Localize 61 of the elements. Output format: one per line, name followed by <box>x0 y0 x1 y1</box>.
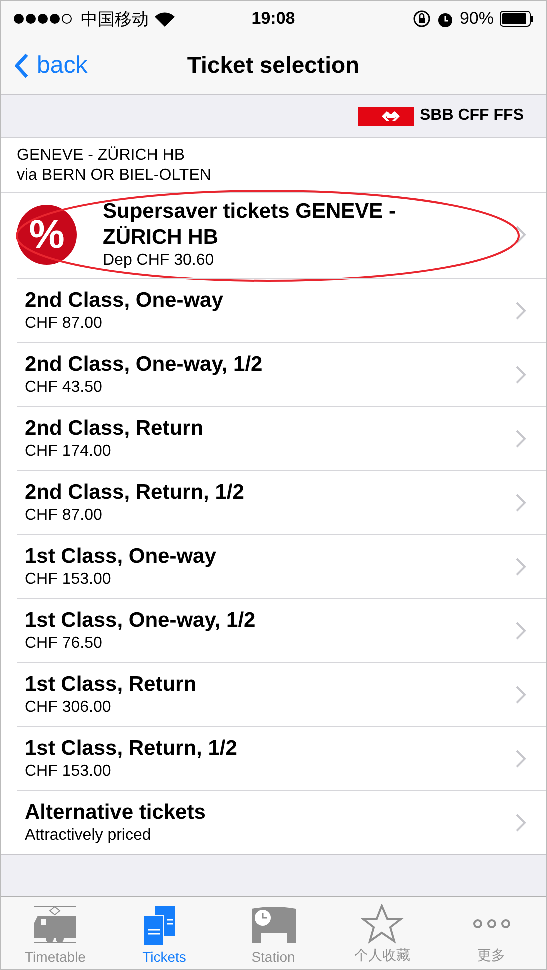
signal-icon <box>13 13 75 25</box>
chevron-left-icon <box>15 52 29 78</box>
ticket-price: CHF 87.00 <box>25 314 104 334</box>
ticket-price: CHF 153.00 <box>25 570 112 590</box>
ticket-title: 2nd Class, One-way, 1/2 <box>25 352 264 378</box>
sbb-logo-icon <box>358 106 414 126</box>
wifi-icon <box>155 12 175 26</box>
ticket-row[interactable]: Alternative tickets Attractively priced <box>17 790 546 854</box>
ticket-price: Attractively priced <box>25 826 152 846</box>
chevron-right-icon <box>516 622 526 640</box>
ticket-price: CHF 174.00 <box>25 442 112 462</box>
ticket-price: CHF 43.50 <box>25 378 104 398</box>
ticket-title: Supersaver tickets GENEVE - ZÜRICH HB <box>103 199 397 251</box>
ticket-title: 1st Class, Return, 1/2 <box>25 736 238 762</box>
route-title: GENEVE - ZÜRICH HB <box>17 146 186 166</box>
ticket-price: CHF 153.00 <box>25 762 112 782</box>
route-via: via BERN OR BIEL-OLTEN <box>17 166 212 186</box>
carrier-name: 中国移动 <box>81 8 149 30</box>
ticket-row[interactable]: 1st Class, Return, 1/2 CHF 153.00 <box>17 726 546 790</box>
back-button[interactable]: back <box>1 52 88 80</box>
chevron-right-icon <box>516 430 526 448</box>
ticket-title: Alternative tickets <box>25 800 207 826</box>
ticket-row[interactable]: 1st Class, One-way CHF 153.00 <box>17 534 546 598</box>
ticket-title: 1st Class, One-way, 1/2 <box>25 608 257 634</box>
ticket-price: Dep CHF 30.60 <box>103 251 216 271</box>
ticket-row[interactable]: 2nd Class, One-way, 1/2 CHF 43.50 <box>17 342 546 406</box>
ticket-price: CHF 87.00 <box>25 506 104 526</box>
ticket-row[interactable]: 1st Class, Return CHF 306.00 <box>17 662 546 726</box>
chevron-right-icon <box>516 750 526 768</box>
more-icon <box>472 919 510 929</box>
chevron-right-icon <box>516 366 526 384</box>
ticket-row[interactable]: 1st Class, One-way, 1/2 CHF 76.50 <box>17 598 546 662</box>
screen-title: Ticket selection <box>187 52 360 79</box>
chevron-right-icon <box>516 558 526 576</box>
station-clock-icon <box>252 906 296 946</box>
chevron-right-icon <box>516 494 526 512</box>
ticket-price: CHF 306.00 <box>25 698 112 718</box>
ticket-row[interactable]: 2nd Class, Return, 1/2 CHF 87.00 <box>17 470 546 534</box>
alarm-icon <box>436 10 454 28</box>
chevron-right-icon <box>516 814 526 832</box>
chevron-right-icon <box>516 686 526 704</box>
ticket-title: 2nd Class, Return, 1/2 <box>25 480 246 506</box>
clock-time: 19:08 <box>252 9 296 29</box>
ticket-row[interactable]: 2nd Class, Return CHF 174.00 <box>17 406 546 470</box>
train-icon <box>34 906 78 946</box>
ticket-title: 2nd Class, Return <box>25 416 205 442</box>
ticket-title: 1st Class, One-way <box>25 544 218 570</box>
ticket-price: CHF 76.50 <box>25 634 104 654</box>
ticket-title: 1st Class, Return <box>25 672 198 698</box>
battery-icon <box>500 11 534 27</box>
battery-percentage: 90% <box>460 9 494 29</box>
chevron-right-icon <box>516 302 526 320</box>
chevron-right-icon <box>516 226 526 244</box>
ticket-row[interactable]: % Supersaver tickets GENEVE - ZÜRICH HB Dep CHF 30.60 <box>1 192 546 278</box>
ticket-row[interactable]: 2nd Class, One-way CHF 87.00 <box>17 278 546 342</box>
percent-badge: % <box>17 205 77 265</box>
tab-item[interactable]: Tickets <box>110 897 219 969</box>
star-icon <box>360 904 404 944</box>
ticket-title: 2nd Class, One-way <box>25 288 224 314</box>
rotation-lock-icon <box>412 10 431 28</box>
brand-name: SBB CFF FFS <box>420 107 524 125</box>
